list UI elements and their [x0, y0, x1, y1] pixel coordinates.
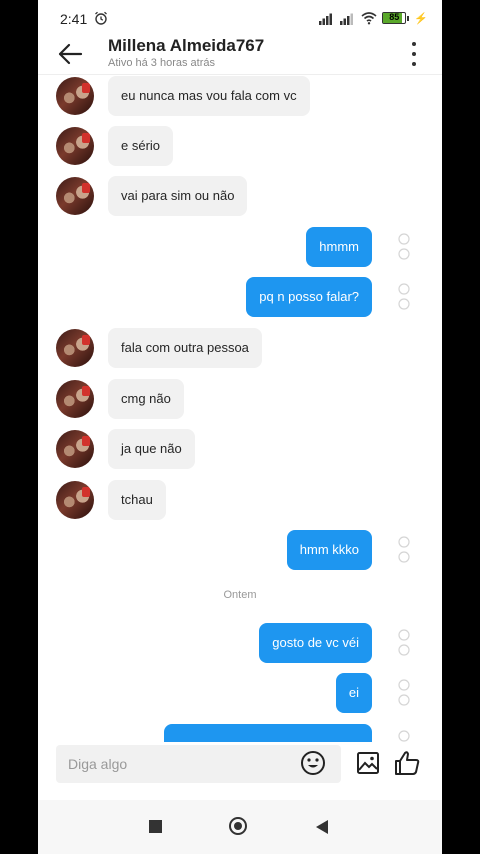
message-bubble[interactable]: eu nunca mas vou fala com vc: [108, 76, 310, 116]
incoming-message: eu nunca mas vou fala com vc: [38, 76, 442, 116]
contact-avatar[interactable]: [56, 329, 94, 367]
message-input[interactable]: [56, 745, 341, 783]
back-arrow-icon[interactable]: [56, 40, 84, 68]
date-separator: Ontem: [223, 589, 257, 601]
message-bubble[interactable]: cmg não: [108, 379, 184, 419]
system-back-button[interactable]: [316, 820, 328, 834]
contact-avatar[interactable]: [56, 380, 94, 418]
outgoing-message: gosto de vc véi: [38, 623, 442, 663]
composer: [38, 742, 442, 788]
seen-receipt-icon: [396, 536, 412, 564]
seen-receipt-icon: [396, 730, 412, 742]
seen-receipt-icon: [396, 629, 412, 657]
message-bubble[interactable]: gosto de vc véi: [259, 623, 372, 663]
emoji-icon[interactable]: [300, 750, 326, 776]
seen-receipt-icon: [396, 679, 412, 707]
incoming-message: e sério: [38, 126, 442, 166]
home-button[interactable]: [229, 817, 247, 835]
contact-avatar[interactable]: [56, 430, 94, 468]
incoming-message: tchau: [38, 480, 442, 520]
wifi-icon: [361, 12, 377, 25]
contact-status: Ativo há 3 horas atrás: [108, 57, 216, 69]
seen-receipt-icon: [396, 233, 412, 261]
more-options-icon[interactable]: [406, 40, 422, 68]
message-bubble[interactable]: hmmm: [306, 227, 372, 267]
message-list[interactable]: eu nunca mas vou fala com vc e sério vai p…: [38, 74, 442, 742]
message-bubble[interactable]: ei: [335, 673, 372, 713]
message-bubble[interactable]: fala com outra pessoa: [108, 328, 262, 368]
battery-icon: 85: [382, 12, 407, 24]
incoming-message: ja que não: [38, 429, 442, 469]
message-bubble[interactable]: e sério: [108, 126, 174, 166]
message-bubble[interactable]: tchau: [108, 480, 166, 520]
signal-icon: [319, 13, 333, 25]
contact-avatar[interactable]: [56, 481, 94, 519]
outgoing-message: pq n posso falar?: [38, 277, 442, 317]
message-bubble[interactable]: ja que não: [108, 429, 195, 469]
contact-name[interactable]: Millena Almeida767: [108, 36, 264, 56]
recents-button[interactable]: [149, 820, 162, 833]
incoming-message: cmg não: [38, 379, 442, 419]
chat-screen: 2:41 85 ⚡ Millena Almeida767 Ativo há 3 …: [38, 0, 442, 854]
outgoing-message: hmmm: [38, 227, 442, 267]
incoming-message: fala com outra pessoa: [38, 328, 442, 368]
charging-icon: ⚡: [414, 12, 428, 25]
battery-cap: [407, 15, 410, 21]
gallery-icon[interactable]: [356, 751, 380, 775]
seen-receipt-icon: [396, 283, 412, 311]
chat-header: Millena Almeida767 Ativo há 3 horas atrá…: [38, 36, 442, 75]
outgoing-message: ei: [38, 673, 442, 713]
message-bubble[interactable]: hmm kkko: [286, 530, 372, 570]
battery-percent: 85: [389, 12, 400, 22]
status-bar: 2:41 85 ⚡: [38, 0, 442, 36]
contact-avatar[interactable]: [56, 177, 94, 215]
outgoing-message: [38, 724, 442, 742]
message-bubble[interactable]: pq n posso falar?: [246, 277, 372, 317]
contact-avatar[interactable]: [56, 77, 94, 115]
message-bubble[interactable]: vai para sim ou não: [108, 176, 248, 216]
thumbs-up-icon[interactable]: [393, 749, 421, 777]
contact-avatar[interactable]: [56, 127, 94, 165]
message-bubble[interactable]: [164, 724, 372, 742]
system-nav-bar: [38, 800, 442, 854]
status-time: 2:41: [60, 11, 88, 27]
alarm-icon: [95, 11, 107, 25]
incoming-message: vai para sim ou não: [38, 176, 442, 216]
signal-icon-2: [340, 13, 354, 25]
status-icons: 85 ⚡: [319, 10, 428, 26]
outgoing-message: hmm kkko: [38, 530, 442, 570]
